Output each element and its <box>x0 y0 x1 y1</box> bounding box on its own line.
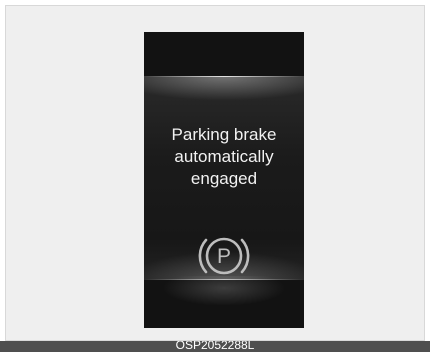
message-panel: Parking brake automatically engaged P <box>144 76 304 306</box>
illustration-frame: Parking brake automatically engaged P <box>5 5 425 341</box>
warning-message: Parking brake automatically engaged <box>171 125 277 188</box>
parking-letter: P <box>217 245 231 268</box>
parking-brake-icon: P <box>198 237 250 275</box>
caption-bar: OSP2052288L <box>0 341 430 352</box>
figure-code: OSP2052288L <box>175 341 255 352</box>
cluster-display: Parking brake automatically engaged P <box>144 32 304 328</box>
